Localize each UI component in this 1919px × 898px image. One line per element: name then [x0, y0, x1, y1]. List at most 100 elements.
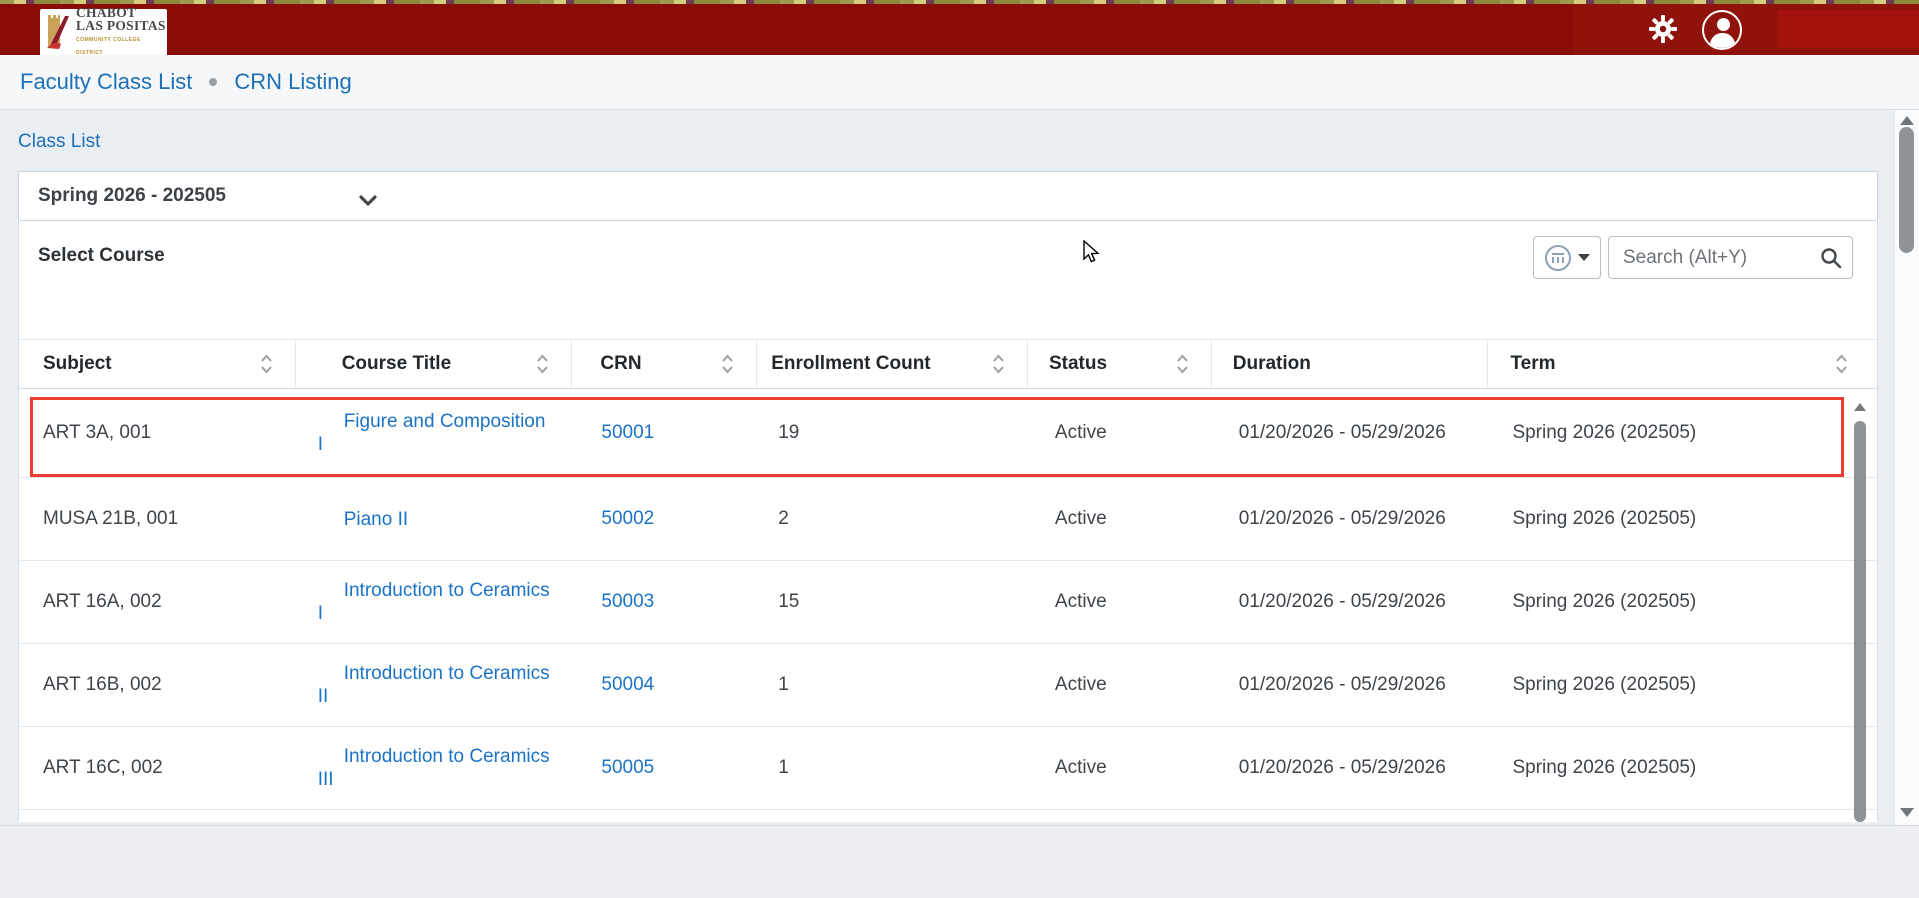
scroll-up-arrow-icon[interactable] — [1854, 403, 1866, 411]
cell-subject: ART 3A, 001 — [19, 389, 296, 477]
column-label: Course Title — [342, 353, 451, 375]
course-title-link[interactable]: Introduction to Ceramics II — [318, 662, 550, 708]
breadcrumb-crn-listing[interactable]: CRN Listing — [234, 69, 351, 95]
sort-icon[interactable] — [721, 353, 734, 375]
page-scrollbar[interactable] — [1894, 110, 1919, 825]
cell-duration: 01/20/2026 - 05/29/2026 — [1212, 644, 1489, 726]
column-header-subject[interactable]: Subject — [19, 340, 296, 388]
course-title-link[interactable]: Introduction to Ceramics I — [318, 579, 550, 625]
table-row-art-16a: ART 16A, 002 Introduction to Ceramics I … — [19, 560, 1877, 643]
course-title-line1: Piano II — [318, 508, 408, 531]
cell-course-title: Piano II — [296, 478, 573, 560]
scroll-down-arrow-icon[interactable] — [1900, 808, 1914, 817]
table-scrollbar[interactable] — [1853, 397, 1867, 822]
select-course-heading: Select Course — [38, 245, 165, 267]
course-title-link[interactable]: Figure and Composition I — [318, 410, 546, 456]
course-title-line2: II — [318, 685, 550, 708]
course-title-line1: Introduction to Ceramics — [318, 662, 550, 685]
breadcrumb-separator-dot — [209, 78, 217, 86]
column-label: Duration — [1233, 353, 1311, 375]
data-table-icon — [1545, 245, 1571, 271]
breadcrumb-faculty-class-list[interactable]: Faculty Class List — [20, 69, 192, 95]
cell-status: Active — [1028, 644, 1212, 726]
app-header: CHABOT LAS POSITAS COMMUNITY COLLEGE DIS… — [0, 4, 1919, 55]
table-row-partial — [19, 809, 1877, 822]
crn-link[interactable]: 50001 — [601, 422, 654, 444]
column-header-status[interactable]: Status — [1028, 340, 1212, 388]
cell-duration: 01/20/2026 - 05/29/2026 — [1212, 561, 1489, 643]
column-label: Term — [1510, 353, 1555, 375]
column-label: Subject — [43, 353, 112, 375]
cell-subject: MUSA 21B, 001 — [19, 478, 296, 560]
course-title-line2: I — [318, 602, 550, 625]
class-list-link[interactable]: Class List — [18, 131, 100, 153]
sort-icon[interactable] — [260, 353, 273, 375]
cell-crn: 50001 — [572, 389, 757, 477]
table-scrollbar-thumb[interactable] — [1854, 421, 1866, 822]
screen: CHABOT LAS POSITAS COMMUNITY COLLEGE DIS… — [0, 0, 1919, 898]
column-label: CRN — [600, 353, 641, 375]
cell-crn: 50002 — [572, 478, 757, 560]
column-header-crn[interactable]: CRN — [572, 340, 757, 388]
cell-course-title: Introduction to Ceramics II — [296, 644, 573, 726]
search-input[interactable] — [1608, 236, 1853, 279]
cell-course-title: Introduction to Ceramics I — [296, 561, 573, 643]
term-selector-value: Spring 2026 - 202505 — [38, 185, 226, 207]
cell-subject: ART 16C, 002 — [19, 727, 296, 809]
cell-crn: 50005 — [572, 727, 757, 809]
cell-enrollment: 19 — [757, 389, 1028, 477]
cell-course-title: Figure and Composition I — [296, 389, 573, 477]
cell-term: Spring 2026 (202505) — [1488, 389, 1877, 477]
caret-down-icon — [1578, 254, 1590, 261]
district-logo[interactable]: CHABOT LAS POSITAS COMMUNITY COLLEGE DIS… — [40, 9, 167, 56]
table-row-art-3a: ART 3A, 001 Figure and Composition I 500… — [19, 389, 1877, 477]
crn-link[interactable]: 50002 — [601, 508, 654, 530]
column-header-duration[interactable]: Duration — [1212, 340, 1489, 388]
cell-status: Active — [1028, 478, 1212, 560]
cell-duration: 01/20/2026 - 05/29/2026 — [1212, 389, 1489, 477]
windows-taskbar: ☂ 4 X W A — [0, 825, 1919, 898]
table-row-art-16c: ART 16C, 002 Introduction to Ceramics II… — [19, 726, 1877, 809]
cell-subject: ART 16B, 002 — [19, 644, 296, 726]
header-right-pill — [1777, 10, 1919, 48]
breadcrumb: Faculty Class List CRN Listing — [0, 55, 1919, 110]
course-list-panel: Select Course Subject Course Title CRN — [18, 221, 1878, 822]
cell-term: Spring 2026 (202505) — [1488, 727, 1877, 809]
crn-link[interactable]: 50003 — [601, 591, 654, 613]
column-header-course-title[interactable]: Course Title — [296, 340, 573, 388]
crn-link[interactable]: 50005 — [601, 757, 654, 779]
crn-link[interactable]: 50004 — [601, 674, 654, 696]
sort-icon[interactable] — [1176, 353, 1189, 375]
table-row-art-16b: ART 16B, 002 Introduction to Ceramics II… — [19, 643, 1877, 726]
column-header-term[interactable]: Term — [1488, 340, 1877, 388]
cell-enrollment: 15 — [757, 561, 1028, 643]
sort-icon[interactable] — [992, 353, 1005, 375]
column-header-enrollment-count[interactable]: Enrollment Count — [757, 340, 1028, 388]
cell-status: Active — [1028, 561, 1212, 643]
sort-icon[interactable] — [536, 353, 549, 375]
cell-duration: 01/20/2026 - 05/29/2026 — [1212, 478, 1489, 560]
cell-term: Spring 2026 (202505) — [1488, 478, 1877, 560]
table-header-row: Subject Course Title CRN Enrollment Coun… — [19, 339, 1877, 389]
cell-status: Active — [1028, 727, 1212, 809]
scroll-up-arrow-icon[interactable] — [1900, 116, 1914, 125]
sort-icon[interactable] — [1835, 353, 1848, 375]
page-scrollbar-thumb[interactable] — [1899, 127, 1914, 253]
course-title-line1: Introduction to Ceramics — [318, 579, 550, 602]
cell-crn: 50003 — [572, 561, 757, 643]
course-title-link[interactable]: Piano II — [318, 508, 408, 531]
cell-enrollment: 1 — [757, 644, 1028, 726]
search-box — [1608, 236, 1853, 279]
table-row-musa-21b: MUSA 21B, 001 Piano II 50002 2 Active 01… — [19, 477, 1877, 560]
settings-gear-icon[interactable] — [1648, 14, 1678, 44]
course-title-link[interactable]: Introduction to Ceramics III — [318, 745, 550, 791]
table-settings-button[interactable] — [1533, 236, 1601, 279]
column-label: Enrollment Count — [771, 353, 930, 375]
cell-subject: ART 16A, 002 — [19, 561, 296, 643]
logo-line2: LAS POSITAS — [76, 19, 167, 32]
course-title-line2: I — [318, 433, 546, 456]
term-selector[interactable]: Spring 2026 - 202505 — [18, 171, 1878, 221]
user-profile-icon[interactable] — [1702, 10, 1742, 50]
cell-enrollment: 2 — [757, 478, 1028, 560]
cell-course-title: Introduction to Ceramics III — [296, 727, 573, 809]
